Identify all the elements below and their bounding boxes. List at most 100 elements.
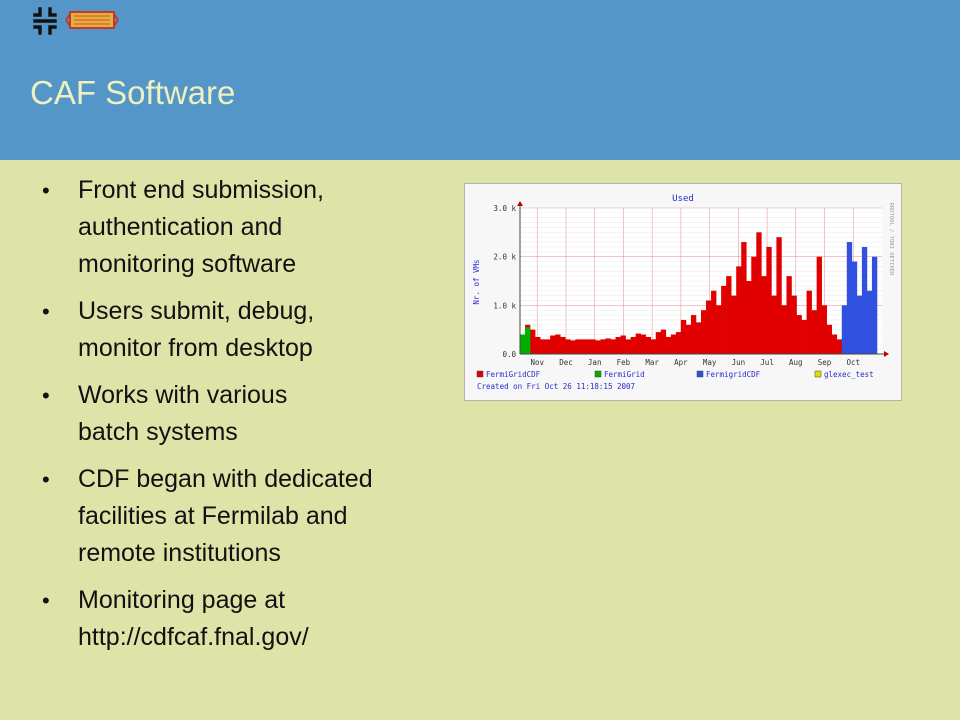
bullet-item: Front end submission, authentication and… bbox=[40, 172, 460, 283]
bar-fermigridcdf-blue bbox=[871, 256, 878, 354]
bar-fermigridcdf bbox=[550, 335, 556, 354]
bar-fermigridcdf bbox=[821, 305, 827, 354]
bar-fermigridcdf bbox=[535, 336, 541, 354]
bar-fermigridcdf bbox=[761, 276, 767, 354]
bar-fermigridcdf-blue bbox=[846, 242, 853, 354]
bar-fermigridcdf bbox=[811, 310, 817, 354]
x-tick-label: Apr bbox=[674, 358, 688, 367]
bar-fermigridcdf-blue bbox=[841, 305, 848, 354]
chart-legend: FermiGridCDF FermiGrid FermigridCDF glexec_… bbox=[476, 370, 874, 379]
y-tick-label: 1.0 k bbox=[493, 301, 516, 310]
bar-fermigridcdf bbox=[816, 256, 822, 354]
bar-fermigridcdf bbox=[655, 332, 662, 354]
bar-fermigridcdf-blue bbox=[861, 246, 868, 354]
chart-y-axis-label: Nr. of VMs bbox=[472, 259, 481, 304]
x-tick-label: Jan bbox=[588, 358, 602, 367]
chart-footer: Created on Fri Oct 26 11:18:15 2007 bbox=[477, 382, 635, 391]
bar-fermigridcdf bbox=[620, 335, 626, 354]
bar-fermigridcdf bbox=[585, 339, 591, 354]
bar-fermigridcdf bbox=[736, 266, 742, 354]
bar-fermigridcdf bbox=[645, 336, 652, 354]
logo-group bbox=[32, 6, 120, 36]
bar-fermigridcdf bbox=[731, 295, 737, 354]
bullet-item: CDF began with dedicated facilities at F… bbox=[40, 461, 460, 572]
bar-fermigridcdf bbox=[771, 295, 777, 354]
legend-label: FermiGrid bbox=[604, 370, 645, 379]
fermilab-logo bbox=[33, 7, 57, 35]
bar-fermigridcdf bbox=[675, 332, 682, 354]
bar-fermigridcdf bbox=[630, 336, 636, 354]
bar-fermigridcdf bbox=[650, 339, 657, 354]
x-tick-label: Jul bbox=[760, 358, 774, 367]
y-tick-label: 2.0 k bbox=[493, 253, 516, 262]
legend-label: FermigridCDF bbox=[706, 370, 761, 379]
bar-fermigridcdf bbox=[796, 315, 802, 354]
x-tick-label: Sep bbox=[818, 358, 832, 367]
bullet-item: Works with various batch systems bbox=[40, 377, 460, 451]
chart-x-ticks: Nov Dec Jan Feb Mar Apr May Jun Jul Aug Sep Oct bbox=[530, 358, 860, 367]
legend-label: glexec_test bbox=[824, 370, 874, 379]
y-tick-label: 0.0 bbox=[502, 350, 516, 359]
bar-fermigridcdf bbox=[670, 334, 677, 354]
bullet-list: Front end submission, authentication and… bbox=[40, 172, 460, 666]
bar-fermigridcdf bbox=[746, 281, 752, 354]
bar-fermigrid bbox=[525, 327, 531, 354]
x-tick-label: Jun bbox=[732, 358, 746, 367]
bar-fermigridcdf bbox=[540, 339, 546, 354]
x-tick-label: Mar bbox=[645, 358, 659, 367]
bar-fermigridcdf bbox=[530, 329, 536, 354]
legend-swatch bbox=[594, 370, 602, 378]
bar-fermigridcdf bbox=[545, 339, 551, 354]
cdf-logo bbox=[65, 11, 119, 29]
bar-fermigridcdf bbox=[680, 319, 687, 354]
bar-fermigridcdf bbox=[741, 242, 747, 354]
y-axis-arrow bbox=[517, 201, 523, 206]
x-tick-label: May bbox=[703, 358, 717, 367]
bar-fermigridcdf bbox=[690, 315, 697, 354]
bar-fermigridcdf bbox=[711, 290, 717, 354]
bar-fermigridcdf bbox=[625, 339, 631, 354]
y-tick-label: 3.0 k bbox=[493, 204, 516, 213]
bar-fermigridcdf bbox=[751, 256, 757, 354]
bar-fermigridcdf bbox=[685, 324, 692, 354]
bar-fermigridcdf bbox=[786, 276, 792, 354]
legend-swatch bbox=[696, 370, 704, 378]
bar-fermigridcdf bbox=[600, 339, 606, 354]
bar-fermigridcdf bbox=[831, 334, 838, 354]
bar-fermigrid bbox=[520, 334, 526, 354]
legend-swatch bbox=[814, 370, 822, 378]
legend-label: FermiGridCDF bbox=[486, 370, 541, 379]
slide-title: CAF Software bbox=[30, 74, 236, 111]
bar-fermigridcdf bbox=[806, 290, 812, 354]
chart-y-ticks: 0.0 1.0 k 2.0 k 3.0 k bbox=[493, 204, 516, 359]
bar-fermigridcdf bbox=[781, 305, 787, 354]
x-tick-label: Aug bbox=[789, 358, 803, 367]
bar-fermigridcdf bbox=[595, 340, 601, 354]
bar-fermigridcdf bbox=[660, 329, 667, 354]
bar-fermigridcdf-blue bbox=[851, 261, 858, 354]
bar-fermigridcdf bbox=[836, 339, 843, 354]
bar-fermigridcdf-blue bbox=[866, 290, 873, 354]
bar-fermigridcdf bbox=[575, 339, 581, 354]
bar-fermigridcdf bbox=[791, 295, 797, 354]
bullet-item: Monitoring page at http://cdfcaf.fnal.go… bbox=[40, 582, 460, 656]
x-tick-label: Feb bbox=[617, 358, 631, 367]
x-tick-label: Oct bbox=[846, 358, 860, 367]
bar-fermigridcdf bbox=[610, 339, 616, 354]
bar-fermigridcdf bbox=[801, 319, 807, 354]
bar-fermigridcdf bbox=[721, 285, 727, 354]
bar-fermigridcdf bbox=[776, 237, 782, 354]
bar-fermigridcdf bbox=[665, 336, 672, 354]
chart-title: Used bbox=[672, 194, 694, 204]
slide-header: CAF Software bbox=[0, 0, 960, 160]
bar-fermigridcdf bbox=[570, 340, 576, 354]
bar-fermigridcdf-blue bbox=[856, 295, 863, 354]
usage-chart-svg: Used Nr. of VMs RRDTOOL / TOBI OETIKER 0… bbox=[472, 194, 894, 391]
bar-fermigridcdf bbox=[766, 246, 772, 354]
bar-fermigridcdf bbox=[826, 324, 833, 354]
x-tick-label: Nov bbox=[530, 358, 544, 367]
bar-fermigridcdf bbox=[701, 310, 707, 354]
bar-fermigridcdf bbox=[635, 333, 641, 354]
usage-chart: Used Nr. of VMs RRDTOOL / TOBI OETIKER 0… bbox=[464, 183, 902, 401]
bar-fermigridcdf bbox=[726, 276, 732, 354]
